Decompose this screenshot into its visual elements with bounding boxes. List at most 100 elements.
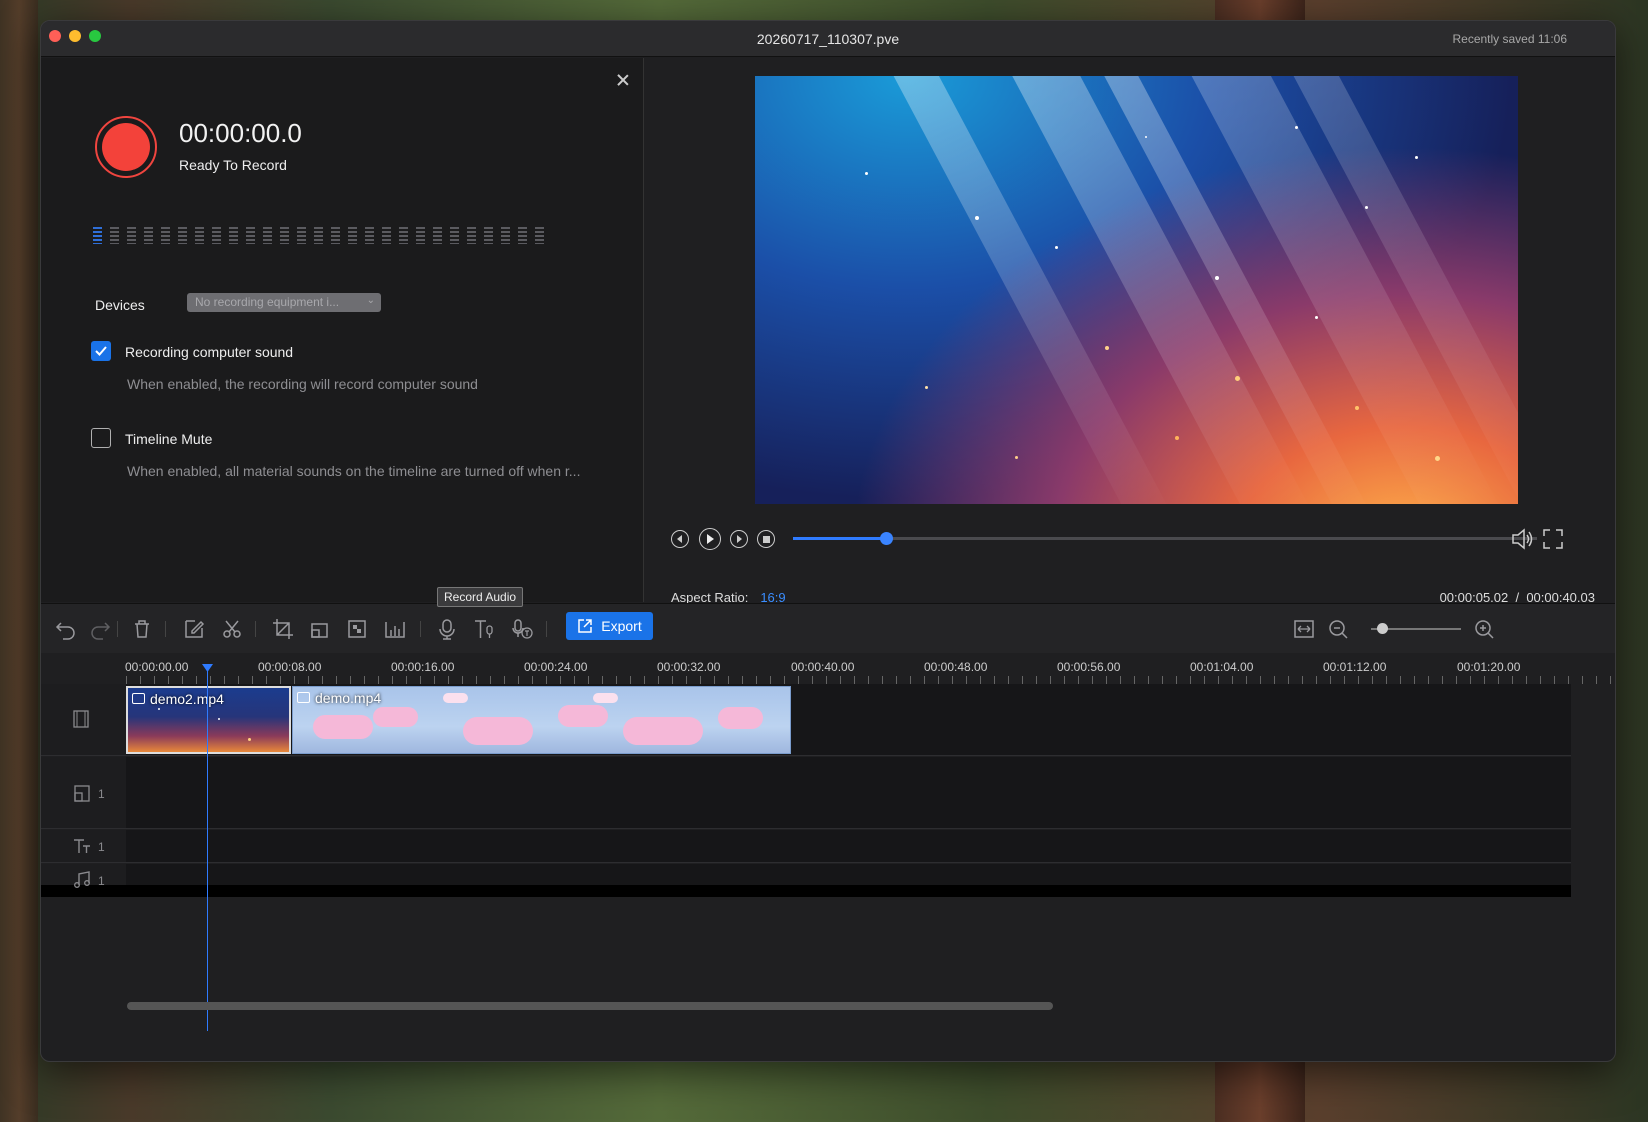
ruler-label: 00:00:08.00 — [258, 660, 322, 674]
timeline-zoom-slider[interactable] — [1371, 623, 1461, 634]
overlay-track: 1 — [41, 757, 1571, 829]
split-icon[interactable] — [221, 618, 243, 640]
play-icon — [707, 534, 714, 544]
clip-name: demo2.mp4 — [150, 691, 224, 707]
step-back-button[interactable] — [671, 528, 689, 548]
speaker-icon — [1512, 528, 1533, 550]
timeline-ruler[interactable]: 00:00:00.00 00:00:08.00 00:00:16.00 00:0… — [41, 654, 1615, 684]
audio-levels-icon[interactable] — [384, 618, 406, 640]
video-track: demo2.mp4 demo.mp4 — [41, 684, 1571, 756]
seek-progress-fill — [793, 537, 886, 540]
record-timer: 00:00:00.0 — [179, 118, 302, 148]
ruler-label: 00:00:24.00 — [524, 660, 588, 674]
ruler-label: 00:00:56.00 — [1057, 660, 1121, 674]
zoom-in-icon[interactable] — [1473, 618, 1495, 640]
saved-status: Recently saved 11:06 — [1452, 32, 1567, 46]
zoom-out-icon[interactable] — [1327, 618, 1349, 640]
zoom-handle[interactable] — [1377, 623, 1388, 634]
fit-timeline-icon[interactable] — [1293, 618, 1315, 640]
text-track-header: 1 — [41, 830, 126, 862]
chevron-down-icon: ⌄ — [366, 295, 375, 306]
ruler-label: 00:01:12.00 — [1323, 660, 1387, 674]
timeline-mute-checkbox[interactable] — [91, 428, 111, 448]
ruler-label: 00:00:00.00 — [125, 660, 189, 674]
text-track: 1 — [41, 830, 1571, 863]
computer-sound-label: Recording computer sound — [125, 344, 294, 360]
audio-level-meter — [93, 227, 563, 247]
edit-toolbar: Record Audio Export — [41, 587, 1615, 653]
text-icon — [74, 839, 90, 853]
devices-label: Devices — [95, 297, 145, 313]
window-title: 20260717_110307.pve — [756, 31, 900, 47]
ruler-label: 00:01:04.00 — [1190, 660, 1254, 674]
timeline-scrollbar[interactable] — [127, 1002, 1053, 1010]
redo-icon[interactable] — [89, 618, 111, 640]
overlay-track-area[interactable] — [126, 757, 1571, 828]
resize-icon[interactable] — [309, 618, 331, 640]
video-track-header — [41, 684, 126, 755]
stop-button[interactable] — [757, 528, 775, 548]
fullscreen-icon — [1543, 529, 1563, 549]
timeline-playhead[interactable] — [207, 669, 208, 1031]
ruler-label: 00:01:20.00 — [1457, 660, 1521, 674]
record-status: Ready To Record — [179, 157, 287, 173]
timeline-mute-label: Timeline Mute — [125, 431, 213, 447]
seek-handle[interactable] — [880, 532, 893, 545]
music-note-icon — [74, 871, 90, 888]
preview-panel: Aspect Ratio: 16:9 00:00:05.02 / 00:00:40… — [645, 58, 1615, 605]
overlay-icon — [74, 785, 90, 802]
playback-seek-bar[interactable] — [793, 532, 1537, 545]
volume-button[interactable] — [1511, 528, 1535, 555]
record-button[interactable] — [95, 116, 157, 178]
devices-select-value: No recording equipment i... — [195, 295, 340, 309]
track-number: 1 — [98, 840, 105, 854]
text-to-speech-icon[interactable] — [473, 618, 495, 640]
audio-track: 1 — [41, 864, 1571, 897]
app-window: 20260717_110307.pve Recently saved 11:06… — [40, 20, 1616, 1062]
step-back-icon — [677, 535, 682, 543]
film-icon — [73, 710, 89, 728]
video-preview — [755, 76, 1518, 504]
track-number: 1 — [98, 874, 105, 888]
video-file-icon — [132, 693, 145, 704]
computer-sound-checkbox[interactable] — [91, 341, 111, 361]
step-forward-icon — [737, 535, 742, 543]
video-clip[interactable]: demo.mp4 — [292, 686, 791, 754]
record-audio-icon[interactable] — [436, 618, 458, 640]
ruler-label: 00:00:40.00 — [791, 660, 855, 674]
computer-sound-desc: When enabled, the recording will record … — [127, 376, 478, 392]
crop-icon[interactable] — [272, 618, 294, 640]
audio-track-header: 1 — [41, 864, 126, 888]
edit-icon[interactable] — [183, 618, 205, 640]
text-track-area[interactable] — [126, 830, 1571, 862]
checkmark-icon — [95, 346, 107, 356]
export-label: Export — [601, 618, 642, 634]
delete-icon[interactable] — [131, 618, 153, 640]
track-number: 1 — [98, 787, 105, 801]
mosaic-icon[interactable] — [346, 618, 368, 640]
record-audio-tooltip: Record Audio — [437, 587, 524, 607]
ruler-label: 00:00:16.00 — [391, 660, 455, 674]
speech-to-text-icon[interactable] — [511, 618, 533, 640]
play-button[interactable] — [699, 528, 721, 550]
undo-icon[interactable] — [55, 618, 77, 640]
overlay-track-header: 1 — [41, 757, 126, 828]
video-file-icon — [297, 692, 310, 703]
fullscreen-button[interactable] — [1543, 529, 1563, 554]
title-bar: 20260717_110307.pve Recently saved 11:06 — [41, 21, 1615, 57]
record-audio-panel: 00:00:00.0 Ready To Record Devices No re… — [41, 58, 644, 602]
export-button[interactable]: Export — [566, 612, 653, 640]
ruler-ticks — [126, 676, 1615, 684]
step-forward-button[interactable] — [730, 528, 748, 548]
stop-icon — [762, 535, 770, 543]
close-panel-icon[interactable] — [615, 72, 631, 88]
timeline-mute-desc: When enabled, all material sounds on the… — [127, 463, 581, 479]
video-clip[interactable]: demo2.mp4 — [126, 686, 291, 754]
audio-track-area[interactable] — [126, 864, 1571, 885]
video-track-area[interactable]: demo2.mp4 demo.mp4 — [126, 684, 1571, 755]
ruler-label: 00:00:32.00 — [657, 660, 721, 674]
ruler-label: 00:00:48.00 — [924, 660, 988, 674]
export-icon — [578, 619, 593, 633]
devices-select[interactable]: No recording equipment i... ⌄ — [187, 293, 381, 312]
record-dot-icon — [102, 123, 150, 171]
